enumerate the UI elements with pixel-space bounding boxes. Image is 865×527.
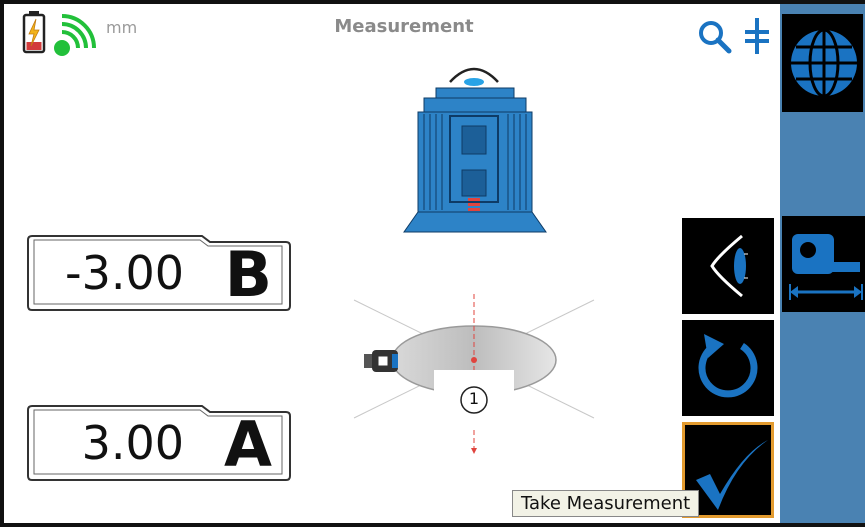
unit-label: mm xyxy=(106,18,138,37)
tape-measure-button[interactable] xyxy=(782,216,865,312)
readout-a-value: 3.00 xyxy=(81,416,184,470)
globe-icon xyxy=(791,28,857,98)
eye-view-button[interactable] xyxy=(682,218,774,314)
readout-b: -3.00 B xyxy=(26,232,292,314)
rotate-button[interactable] xyxy=(682,320,774,416)
globe-button[interactable] xyxy=(782,14,863,112)
wireless-signal-icon xyxy=(54,14,96,56)
readout-b-letter: B xyxy=(224,238,272,311)
window-border-bottom xyxy=(0,523,865,527)
app-window: Measurement mm -3.00 B 3.00 A 1 Take Mea… xyxy=(0,0,865,527)
align-icon[interactable] xyxy=(742,16,772,56)
tape-measure-icon xyxy=(789,234,863,300)
readout-a: 3.00 A xyxy=(26,402,292,484)
sensor-probe-icon xyxy=(364,350,398,372)
position-marker-label: 1 xyxy=(468,389,480,408)
battery-charging-icon xyxy=(22,11,46,54)
eye-profile-icon xyxy=(710,234,748,298)
position-marker: 1 xyxy=(434,370,514,428)
readout-a-letter: A xyxy=(224,408,272,481)
readout-b-value: -3.00 xyxy=(64,246,184,300)
measurement-panel: Measurement mm -3.00 B 3.00 A 1 xyxy=(4,4,780,523)
search-icon[interactable] xyxy=(698,20,734,56)
machine-illustration xyxy=(403,87,547,233)
rotate-icon xyxy=(698,334,758,398)
right-sidebar xyxy=(780,4,865,523)
take-measurement-tooltip: Take Measurement xyxy=(512,490,700,517)
